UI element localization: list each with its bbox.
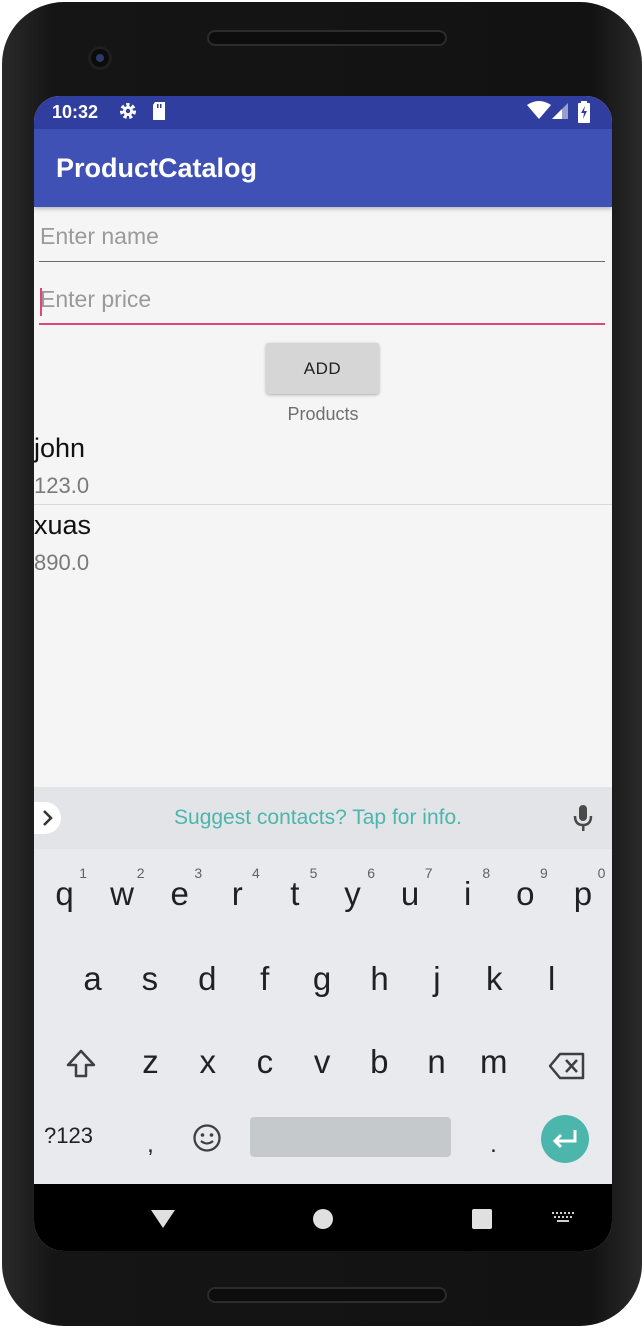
key-v[interactable]: v bbox=[294, 1027, 351, 1097]
products-heading: Products bbox=[287, 404, 359, 424]
key-label: g bbox=[312, 960, 332, 997]
wifi-icon bbox=[527, 101, 551, 126]
key-hint: 2 bbox=[136, 865, 145, 881]
key-s[interactable]: s bbox=[121, 944, 178, 1014]
key-k[interactable]: k bbox=[466, 944, 523, 1014]
name-field[interactable] bbox=[39, 216, 605, 262]
key-label: a bbox=[83, 960, 102, 997]
bottom-speaker bbox=[207, 1287, 447, 1303]
key-label: h bbox=[370, 960, 389, 997]
key-m[interactable]: m bbox=[465, 1027, 522, 1097]
key-label: c bbox=[256, 1043, 274, 1080]
shift-key[interactable] bbox=[52, 1029, 109, 1099]
key-hint: 0 bbox=[597, 865, 606, 881]
status-time: 10:32 bbox=[52, 102, 99, 122]
key-hint: 1 bbox=[79, 865, 87, 881]
key-label: l bbox=[548, 960, 556, 997]
key-i[interactable]: i8 bbox=[439, 859, 496, 929]
key-hint: 9 bbox=[540, 865, 548, 881]
key-hint: 3 bbox=[194, 865, 203, 881]
keyboard-switch-icon[interactable] bbox=[552, 1212, 574, 1224]
key-r[interactable]: r4 bbox=[209, 859, 266, 929]
key-q[interactable]: q1 bbox=[36, 859, 93, 929]
key-h[interactable]: h bbox=[351, 944, 408, 1014]
symbols-key[interactable]: ?123 bbox=[44, 1123, 93, 1149]
key-d[interactable]: d bbox=[179, 944, 236, 1014]
key-z[interactable]: z bbox=[122, 1027, 179, 1097]
emoji-key[interactable] bbox=[178, 1109, 235, 1179]
key-hint: 8 bbox=[482, 865, 491, 881]
suggestion-text[interactable]: Suggest contacts? Tap for info. bbox=[34, 806, 602, 830]
name-underline bbox=[39, 261, 605, 262]
key-e[interactable]: e3 bbox=[151, 859, 208, 929]
signal-icon bbox=[552, 101, 570, 126]
key-t[interactable]: t5 bbox=[266, 859, 323, 929]
list-item[interactable]: xuas 890.0 bbox=[34, 510, 612, 582]
key-hint: 6 bbox=[367, 865, 375, 881]
price-field[interactable] bbox=[39, 279, 605, 325]
key-j[interactable]: j bbox=[408, 944, 465, 1014]
app-bar: ProductCatalog bbox=[34, 129, 612, 207]
key-label: m bbox=[479, 1043, 508, 1080]
key-label: v bbox=[313, 1043, 331, 1080]
key-label: x bbox=[199, 1043, 216, 1080]
key-label: d bbox=[198, 960, 217, 997]
list-divider bbox=[34, 504, 612, 505]
name-input[interactable] bbox=[39, 216, 605, 256]
key-c[interactable]: c bbox=[236, 1027, 293, 1097]
key-l[interactable]: l bbox=[523, 944, 580, 1014]
home-icon[interactable] bbox=[312, 1208, 334, 1230]
key-n[interactable]: n bbox=[408, 1027, 465, 1097]
key-o[interactable]: o9 bbox=[497, 859, 554, 929]
period-key[interactable]: . bbox=[465, 1109, 522, 1179]
product-name: john bbox=[34, 433, 86, 463]
key-p[interactable]: p0 bbox=[554, 859, 611, 929]
comma-key[interactable]: , bbox=[122, 1109, 179, 1179]
price-input[interactable] bbox=[39, 279, 605, 319]
key-label: b bbox=[370, 1043, 389, 1080]
back-icon[interactable] bbox=[150, 1208, 176, 1230]
key-label: f bbox=[260, 960, 270, 997]
key-f[interactable]: f bbox=[236, 944, 293, 1014]
app-title: ProductCatalog bbox=[56, 153, 258, 183]
spacebar-key[interactable] bbox=[250, 1117, 451, 1157]
key-w[interactable]: w2 bbox=[94, 859, 151, 929]
battery-icon bbox=[578, 101, 590, 128]
screen: 10:32 ProductCatalog ADD Products john 1… bbox=[34, 96, 612, 1251]
key-label: k bbox=[486, 960, 503, 997]
navigation-bar bbox=[34, 1184, 612, 1251]
front-camera bbox=[88, 46, 112, 70]
key-hint: 4 bbox=[252, 865, 260, 881]
text-cursor bbox=[40, 288, 42, 316]
backspace-key[interactable] bbox=[538, 1029, 595, 1099]
key-label: s bbox=[141, 960, 159, 997]
add-button[interactable]: ADD bbox=[266, 343, 379, 394]
key-label: n bbox=[427, 1043, 446, 1080]
key-y[interactable]: y6 bbox=[324, 859, 381, 929]
key-x[interactable]: x bbox=[179, 1027, 236, 1097]
top-speaker bbox=[207, 30, 447, 46]
price-underline bbox=[39, 323, 605, 325]
product-name: xuas bbox=[34, 510, 92, 540]
product-price: 890.0 bbox=[34, 550, 90, 575]
key-label: z bbox=[142, 1043, 159, 1080]
key-g[interactable]: g bbox=[294, 944, 351, 1014]
product-price: 123.0 bbox=[34, 473, 90, 498]
key-b[interactable]: b bbox=[351, 1027, 408, 1097]
suggestion-strip: Suggest contacts? Tap for info. bbox=[34, 787, 612, 849]
key-label: j bbox=[433, 960, 441, 997]
gear-icon bbox=[118, 101, 138, 126]
key-u[interactable]: u7 bbox=[382, 859, 439, 929]
list-item[interactable]: john 123.0 bbox=[34, 433, 612, 505]
key-a[interactable]: a bbox=[64, 944, 121, 1014]
key-hint: 7 bbox=[424, 865, 433, 881]
sd-card-icon bbox=[151, 101, 167, 126]
key-hint: 5 bbox=[309, 865, 318, 881]
soft-keyboard: Suggest contacts? Tap for info. q1w2e3r4… bbox=[34, 787, 612, 1184]
enter-key[interactable] bbox=[541, 1115, 589, 1163]
microphone-icon[interactable] bbox=[572, 803, 594, 833]
recents-icon[interactable] bbox=[471, 1208, 493, 1230]
status-bar: 10:32 bbox=[34, 96, 612, 129]
